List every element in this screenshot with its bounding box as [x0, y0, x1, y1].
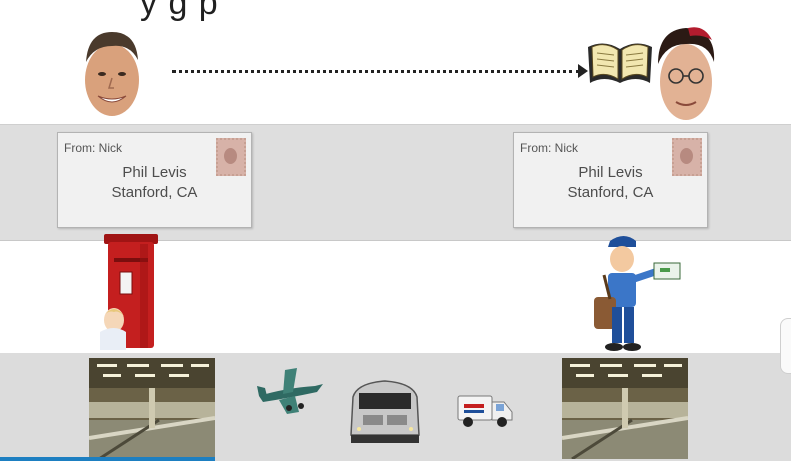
- train-icon: [347, 377, 423, 445]
- envelope-recipient-city: Stanford, CA: [567, 184, 654, 201]
- envelope-recipient-name: Phil Levis: [122, 164, 187, 181]
- progress-accent-bar: [0, 457, 215, 461]
- envelope-from-label: From: Nick: [64, 141, 122, 155]
- envelope-left: From: Nick Phil Levis Stanford, CA: [57, 132, 252, 228]
- red-postbox-icon: [96, 232, 164, 350]
- slide-title-fragment: y g p: [140, 0, 219, 22]
- envelope-recipient-city: Stanford, CA: [111, 184, 198, 201]
- envelope-right: From: Nick Phil Levis Stanford, CA: [513, 132, 708, 228]
- airplane-icon: [255, 366, 327, 416]
- sorting-facility-icon: [88, 358, 216, 461]
- mail-truck-icon: [456, 392, 514, 428]
- open-book-icon: [584, 33, 656, 89]
- side-panel-tab[interactable]: [780, 318, 791, 374]
- dotted-arrow-line: [172, 70, 580, 73]
- envelope-from-label: From: Nick: [520, 141, 578, 155]
- mail-carrier-icon: [588, 231, 684, 355]
- sender-portrait-icon: [78, 22, 144, 122]
- sorting-facility-icon: [561, 358, 689, 461]
- envelope-recipient-name: Phil Levis: [578, 164, 643, 181]
- recipient-portrait-icon: [652, 22, 720, 126]
